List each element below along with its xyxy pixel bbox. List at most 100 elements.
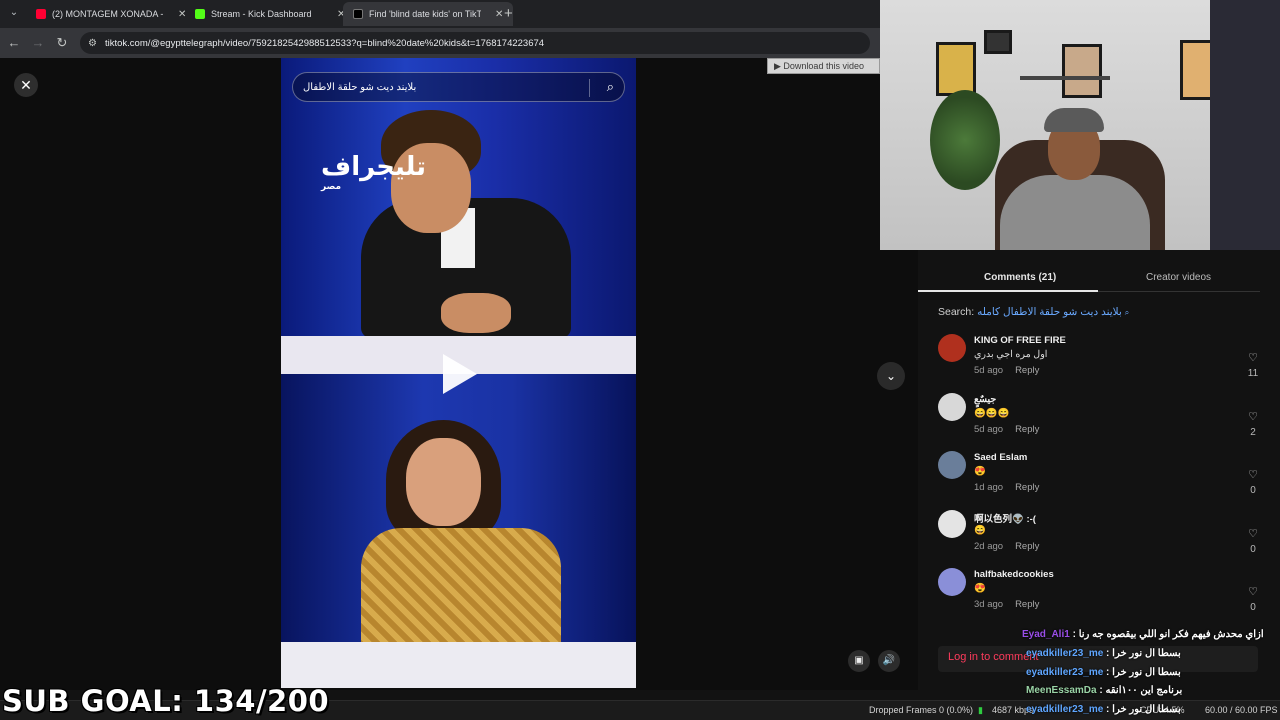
next-video-chevron-icon[interactable]: ⌄: [877, 362, 905, 390]
forward-arrow-icon[interactable]: →: [30, 35, 46, 51]
comment-time: 1d ago: [974, 482, 1004, 493]
play-icon[interactable]: [443, 354, 477, 394]
address-bar[interactable]: ⚙ tiktok.com/@egypttelegraph/video/75921…: [80, 32, 870, 54]
comment-username[interactable]: Saed Eslam: [974, 452, 1027, 463]
like-button[interactable]: ♡ 0: [1246, 582, 1260, 613]
plant: [930, 90, 1000, 190]
chat-message-text: بسطا ال نور خرا: [1112, 648, 1181, 659]
comment-text: اول مره اجي بدري: [974, 349, 1048, 360]
back-arrow-icon[interactable]: ←: [6, 35, 22, 51]
reply-button[interactable]: Reply: [1015, 424, 1039, 435]
tab-kick-dashboard[interactable]: Stream - Kick Dashboard ✕: [185, 2, 355, 26]
miniplayer-icon[interactable]: ▣: [848, 650, 870, 672]
screen: ⌄ (2) MONTAGEM XONADA - You ✕ Stream - K…: [0, 0, 1280, 720]
comment-username[interactable]: 啊以色列👽 :-(: [974, 511, 1036, 525]
related-search: Search: بلايند ديت شو حلقة الاطفال كامله…: [938, 306, 1129, 318]
related-search-link[interactable]: بلايند ديت شو حلقة الاطفال كامله: [977, 306, 1122, 318]
kick-favicon-icon: [195, 9, 205, 19]
heart-icon[interactable]: ♡: [1248, 411, 1258, 423]
heart-icon[interactable]: ♡: [1248, 528, 1258, 540]
video-search-bar[interactable]: بلايند ديت شو حلقة الاطفال ⌕: [292, 72, 625, 102]
dropped-frames: Dropped Frames 0 (0.0%): [869, 705, 974, 715]
tab-close-icon[interactable]: ✕: [495, 9, 503, 20]
chat-message: ازاي محدش فيهم فكر انو اللي بيقصوه جه رن…: [1022, 629, 1264, 640]
chat-message: eyadkiller23_me : بسطا ال نور خرا: [1026, 667, 1181, 678]
chat-message-text: بسطا ال نور خرا: [1112, 704, 1181, 715]
tab-comments[interactable]: Comments (21): [984, 272, 1056, 283]
reply-button[interactable]: Reply: [1015, 599, 1039, 610]
tab-tiktok[interactable]: Find 'blind date kids' on TikTok ✕: [343, 2, 514, 26]
chat-username: Eyad_Ali1: [1022, 629, 1070, 640]
reply-button[interactable]: Reply: [1015, 482, 1039, 493]
heart-icon[interactable]: ♡: [1248, 469, 1258, 481]
poster: [984, 30, 1012, 54]
avatar[interactable]: [938, 393, 966, 421]
avatar[interactable]: [938, 568, 966, 596]
comment-username[interactable]: halfbakedcookies: [974, 569, 1054, 580]
avatar[interactable]: [938, 451, 966, 479]
comment-text: 😍: [974, 583, 986, 594]
like-button[interactable]: ♡ 11: [1246, 348, 1260, 379]
tab-title: Stream - Kick Dashboard: [211, 9, 312, 19]
comment-text: 😍: [974, 466, 986, 477]
comment-username[interactable]: جيسٌعٍ: [974, 394, 996, 405]
video-frame[interactable]: تليجراف مصر بلايند ديت شو حلقة الاطفال ⌕: [281, 58, 636, 688]
chat-message-text: برنامج اين ١٠٠انقه: [1105, 685, 1183, 696]
tab-youtube[interactable]: (2) MONTAGEM XONADA - You ✕: [26, 2, 196, 26]
chat-message: MeenEssamDa : برنامج اين ١٠٠انقه: [1026, 685, 1183, 696]
comments-panel: Comments (21) Creator videos Search: بلا…: [918, 250, 1280, 690]
boy-hands: [441, 293, 511, 333]
girl-face: [406, 438, 481, 526]
comment-item: Saed Eslam 😍 1d ago Reply ♡ 0: [938, 451, 1260, 509]
search-label: Search:: [938, 306, 975, 318]
reply-button[interactable]: Reply: [1015, 365, 1039, 376]
comment-text: 😄: [974, 525, 986, 536]
reply-button[interactable]: Reply: [1015, 541, 1039, 552]
shelf: [1020, 76, 1110, 80]
search-icon[interactable]: ⌕: [1125, 308, 1129, 317]
browser-tab-bar: ⌄ (2) MONTAGEM XONADA - You ✕ Stream - K…: [0, 0, 880, 28]
avatar[interactable]: [938, 510, 966, 538]
channel-logo: تليجراف مصر: [321, 152, 427, 192]
chat-username: MeenEssamDa: [1026, 685, 1097, 696]
tab-search-chevron-icon[interactable]: ⌄: [6, 5, 22, 21]
new-tab-plus-icon[interactable]: +: [504, 5, 513, 22]
like-count: 0: [1250, 485, 1256, 496]
comment-username[interactable]: KING OF FREE FIRE: [974, 335, 1066, 346]
signal-bars-icon: ▮: [978, 705, 983, 715]
reload-icon[interactable]: ↻: [54, 35, 70, 51]
comment-item: 啊以色列👽 :-( 😄 2d ago Reply ♡ 0: [938, 510, 1260, 568]
like-count: 0: [1250, 544, 1256, 555]
comment-text: 😄😄😄: [974, 408, 1010, 419]
tab-title: Find 'blind date kids' on TikTok: [369, 9, 481, 19]
comment-item: KING OF FREE FIRE اول مره اجي بدري 5d ag…: [938, 334, 1260, 392]
like-count: 0: [1250, 602, 1256, 613]
comment-time: 5d ago: [974, 365, 1004, 376]
avatar[interactable]: [938, 334, 966, 362]
fps: 60.00 / 60.00 FPS: [1205, 705, 1278, 715]
streamer-body: [1000, 175, 1150, 250]
tab-creator-videos[interactable]: Creator videos: [1146, 272, 1211, 283]
like-button[interactable]: ♡ 2: [1246, 407, 1260, 438]
search-divider: [589, 79, 590, 97]
heart-icon[interactable]: ♡: [1248, 586, 1258, 598]
like-count: 11: [1247, 368, 1259, 379]
girl-dress: [361, 528, 561, 648]
comment-meta: 1d ago Reply: [974, 482, 1039, 493]
site-info-icon[interactable]: ⚙: [88, 38, 97, 49]
comment-meta: 5d ago Reply: [974, 365, 1039, 376]
close-video-icon[interactable]: ✕: [14, 73, 38, 97]
heart-icon[interactable]: ♡: [1248, 352, 1258, 364]
like-button[interactable]: ♡ 0: [1246, 465, 1260, 496]
like-button[interactable]: ♡ 0: [1246, 524, 1260, 555]
url-text: tiktok.com/@egypttelegraph/video/7592182…: [104, 37, 545, 49]
tab-title: (2) MONTAGEM XONADA - You: [52, 9, 164, 19]
comment-time: 2d ago: [974, 541, 1004, 552]
volume-icon[interactable]: 🔊: [878, 650, 900, 672]
like-count: 2: [1250, 427, 1256, 438]
comments-tabs: Comments (21) Creator videos: [918, 264, 1260, 292]
comment-meta: 2d ago Reply: [974, 541, 1039, 552]
comment-item: جيسٌعٍ 😄😄😄 5d ago Reply ♡ 2: [938, 393, 1260, 451]
search-icon[interactable]: ⌕: [607, 79, 614, 95]
download-video-button[interactable]: ▶ Download this video: [767, 58, 880, 74]
